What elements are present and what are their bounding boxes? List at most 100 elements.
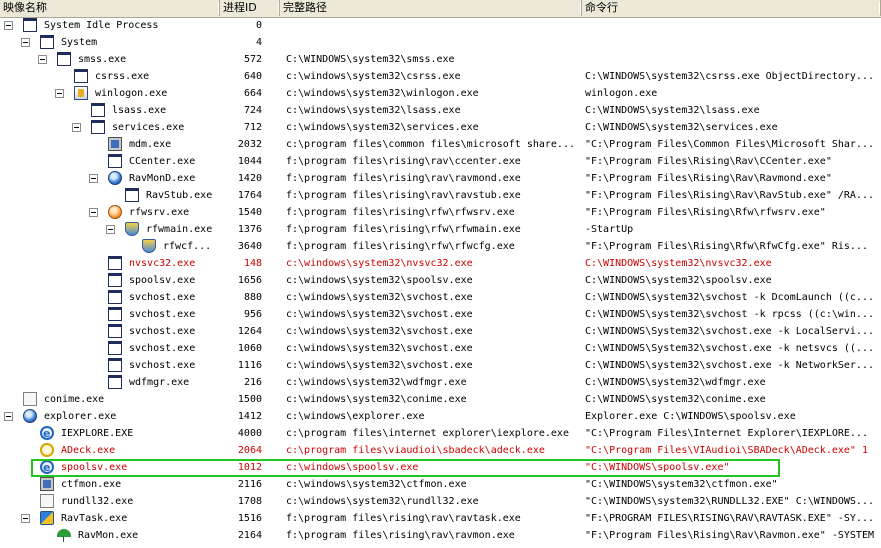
process-id: 1376 [237,224,262,235]
column-header-full-path[interactable]: 完整路径 [280,0,582,16]
window-icon [108,290,122,304]
process-name-cell: svchost.exe [0,306,218,323]
window-icon [108,341,122,355]
process-row[interactable]: svchost.exe 1264 c:\windows\system32\svcho… [0,323,881,340]
process-name-cell: spoolsv.exe [0,272,218,289]
process-row[interactable]: svchost.exe 956 c:\windows\system32\svchos… [0,306,881,323]
collapse-toggle-icon[interactable] [4,21,13,30]
process-row[interactable]: nvsvc32.exe 148 c:\windows\system32\nvsvc3… [0,255,881,272]
process-row[interactable]: RavMonD.exe 1420 f:\program files\rising\r… [0,170,881,187]
collapse-toggle-icon[interactable] [89,174,98,183]
process-id: 664 [243,88,262,99]
full-path: c:\windows\explorer.exe [286,411,425,422]
process-name-cell: rfwsrv.exe [0,204,218,221]
full-path: C:\WINDOWS\system32\smss.exe [286,54,455,65]
process-row[interactable]: lsass.exe 724 c:\windows\system32\lsass.ex… [0,102,881,119]
collapse-toggle-icon[interactable] [106,225,115,234]
process-row[interactable]: spoolsv.exe 1656 c:\windows\system32\spool… [0,272,881,289]
command-line: "F:\Program Files\Rising\Rav\RavStub.exe… [585,190,874,201]
process-name-cell: System Idle Process [0,17,218,34]
process-row[interactable]: IEXPLORE.EXE 4000 c:\program files\interne… [0,425,881,442]
column-header-command-line[interactable]: 命令行 [582,0,881,16]
blank-icon [23,392,37,406]
process-row[interactable]: System Idle Process 0 [0,17,881,34]
command-line: "F:\Program Files\Rising\Rav\Ravmond.exe… [585,173,832,184]
process-name: svchost.exe [129,360,196,371]
process-name: spoolsv.exe [61,462,128,473]
collapse-toggle-icon[interactable] [4,412,13,421]
process-row[interactable]: CCenter.exe 1044 f:\program files\rising\r… [0,153,881,170]
process-name: wdfmgr.exe [129,377,190,388]
full-path: f:\program files\rising\rav\ravtask.exe [286,513,521,524]
collapse-toggle-icon[interactable] [21,514,30,523]
collapse-toggle-icon[interactable] [21,38,30,47]
collapse-toggle-icon[interactable] [55,89,64,98]
process-name-cell: System [0,34,218,51]
command-line: "F:\Program Files\Rising\Rav\CCenter.exe… [585,156,832,167]
command-line: "F:\Program Files\Rising\Rfw\rfwsrv.exe" [585,207,826,218]
process-name-cell: lsass.exe [0,102,218,119]
process-row[interactable]: svchost.exe 1116 c:\windows\system32\svcho… [0,357,881,374]
process-row[interactable]: services.exe 712 c:\windows\system32\servi… [0,119,881,136]
process-id: 1540 [237,207,262,218]
process-row[interactable]: rfwcf... 3640 f:\program files\rising\rfw\… [0,238,881,255]
process-name-cell: svchost.exe [0,323,218,340]
process-name: spoolsv.exe [129,275,196,286]
window-icon [74,69,88,83]
process-row[interactable]: mdm.exe 2032 c:\program files\common files… [0,136,881,153]
process-id: 2064 [237,445,262,456]
process-name: csrss.exe [95,71,150,82]
process-row[interactable]: explorer.exe 1412 c:\windows\explorer.exe E… [0,408,881,425]
process-id: 2116 [237,479,262,490]
command-line [585,34,881,51]
command-line: "F:\PROGRAM FILES\RISING\RAV\RAVTASK.EXE… [585,513,874,524]
process-row[interactable]: conime.exe 1500 c:\windows\system32\conime… [0,391,881,408]
process-row[interactable]: wdfmgr.exe 216 c:\windows\system32\wdfmgr.… [0,374,881,391]
full-path: f:\program files\rising\rfw\rfwcfg.exe [286,241,515,252]
process-row[interactable]: RavTask.exe 1516 f:\program files\rising\r… [0,510,881,527]
process-row[interactable]: ctfmon.exe 2116 c:\windows\system32\ctfmon… [0,476,881,493]
shield-icon [125,222,139,236]
process-row[interactable]: svchost.exe 880 c:\windows\system32\svchos… [0,289,881,306]
column-header-pid[interactable]: 进程ID [220,0,280,16]
process-id: 1500 [237,394,262,405]
column-header-image-name[interactable]: 映像名称 [0,0,220,16]
process-name: CCenter.exe [129,156,196,167]
full-path: c:\windows\spoolsv.exe [286,462,419,473]
process-id: 956 [243,309,262,320]
full-path: c:\windows\system32\svchost.exe [286,292,473,303]
collapse-toggle-icon[interactable] [38,55,47,64]
process-id: 2164 [237,530,262,541]
collapse-toggle-icon[interactable] [72,123,81,132]
process-name: smss.exe [78,54,127,65]
window-icon [108,307,122,321]
process-row[interactable]: smss.exe 572 C:\WINDOWS\system32\smss.exe [0,51,881,68]
process-name: svchost.exe [129,309,196,320]
process-row[interactable]: csrss.exe 640 c:\windows\system32\csrss.ex… [0,68,881,85]
process-row[interactable]: rundll32.exe 1708 c:\windows\system32\rund… [0,493,881,510]
process-row[interactable]: RavStub.exe 1764 f:\program files\rising\r… [0,187,881,204]
process-name: nvsvc32.exe [129,258,196,269]
process-name-cell: services.exe [0,119,218,136]
process-name-cell: RavStub.exe [0,187,218,204]
process-name-cell: rfwmain.exe [0,221,218,238]
process-row[interactable]: svchost.exe 1060 c:\windows\system32\svcho… [0,340,881,357]
process-row[interactable]: System 4 [0,34,881,51]
command-line: C:\WINDOWS\system32\lsass.exe [585,105,760,116]
process-row[interactable]: RavMon.exe 2164 f:\program files\rising\ra… [0,527,881,544]
process-name: lsass.exe [112,105,167,116]
process-row[interactable]: spoolsv.exe 1012 c:\windows\spoolsv.exe "C:… [0,459,881,476]
process-row[interactable]: rfwmain.exe 1376 f:\program files\rising\r… [0,221,881,238]
process-row[interactable]: rfwsrv.exe 1540 f:\program files\rising\rf… [0,204,881,221]
process-name: ctfmon.exe [61,479,122,490]
collapse-toggle-icon[interactable] [89,208,98,217]
process-name: services.exe [112,122,185,133]
process-row[interactable]: winlogon.exe 664 c:\windows\system32\winlo… [0,85,881,102]
process-id: 148 [243,258,262,269]
full-path: f:\program files\rising\rav\ravmon.exe [286,530,515,541]
headset-icon [40,443,54,457]
command-line: "C:\Program Files\Internet Explorer\IEXP… [585,428,868,439]
process-row[interactable]: ADeck.exe 2064 c:\program files\viaudioi\s… [0,442,881,459]
process-id: 1412 [237,411,262,422]
command-line: "C:\WINDOWS\system32\ctfmon.exe" [585,479,778,490]
